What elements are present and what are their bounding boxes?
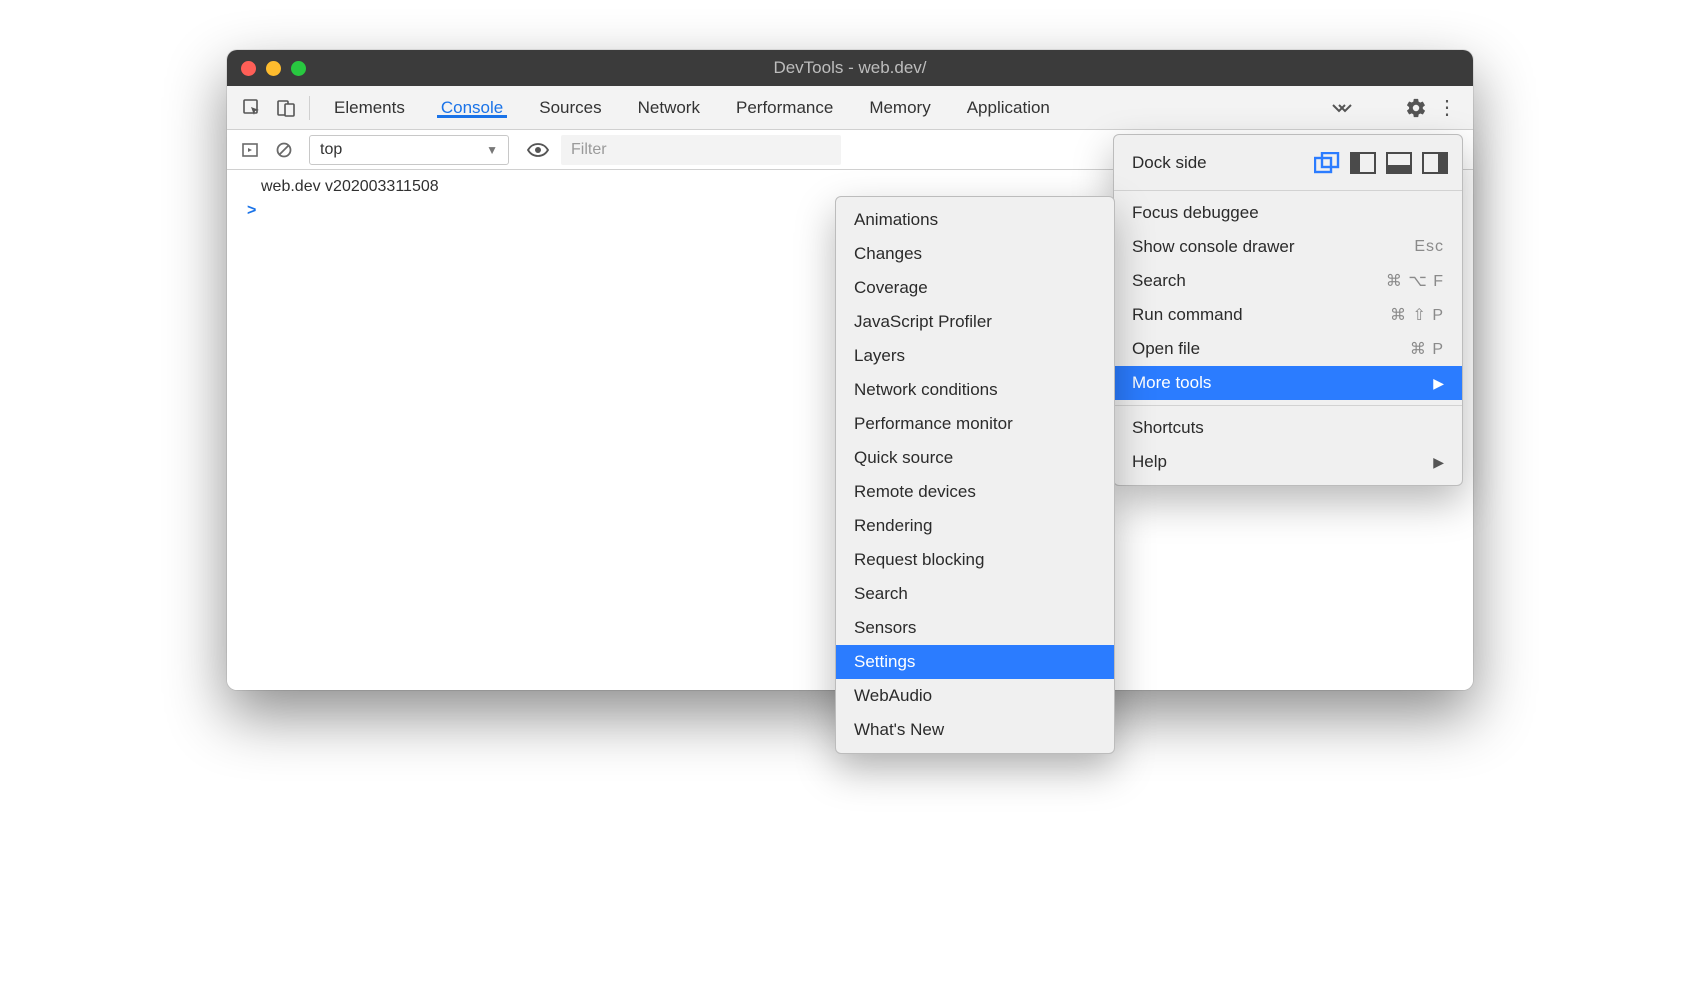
menu-item-more-tools[interactable]: More tools ▶ bbox=[1114, 366, 1462, 400]
dock-undock-icon[interactable] bbox=[1314, 152, 1340, 174]
menu-item-open-file[interactable]: Open file ⌘ P bbox=[1114, 332, 1462, 366]
submenu-item-settings[interactable]: Settings bbox=[836, 645, 1114, 679]
menu-separator bbox=[1114, 190, 1462, 191]
submenu-item-label: Remote devices bbox=[854, 482, 976, 502]
submenu-item-label: Performance monitor bbox=[854, 414, 1013, 434]
menu-separator bbox=[1114, 405, 1462, 406]
dock-right-icon[interactable] bbox=[1422, 152, 1448, 174]
submenu-item-quick-source[interactable]: Quick source bbox=[836, 441, 1114, 475]
submenu-item-animations[interactable]: Animations bbox=[836, 203, 1114, 237]
submenu-item-label: Network conditions bbox=[854, 380, 998, 400]
live-expression-icon[interactable] bbox=[523, 135, 553, 165]
submenu-item-request-blocking[interactable]: Request blocking bbox=[836, 543, 1114, 577]
tab-memory[interactable]: Memory bbox=[851, 98, 948, 118]
menu-item-label: Help bbox=[1132, 452, 1167, 472]
console-sidebar-toggle-icon[interactable] bbox=[235, 135, 265, 165]
main-menu: Dock side Focus debuggee Show console dra… bbox=[1113, 134, 1463, 486]
menu-item-help[interactable]: Help ▶ bbox=[1114, 445, 1462, 479]
submenu-item-changes[interactable]: Changes bbox=[836, 237, 1114, 271]
menu-item-shortcuts[interactable]: Shortcuts bbox=[1114, 411, 1462, 445]
submenu-item-coverage[interactable]: Coverage bbox=[836, 271, 1114, 305]
tab-elements[interactable]: Elements bbox=[316, 98, 423, 118]
submenu-item-webaudio[interactable]: WebAudio bbox=[836, 679, 1114, 713]
submenu-item-network-conditions[interactable]: Network conditions bbox=[836, 373, 1114, 407]
dock-bottom-icon[interactable] bbox=[1386, 152, 1412, 174]
menu-item-focus-debuggee[interactable]: Focus debuggee bbox=[1114, 196, 1462, 230]
menu-shortcut: ⌘ ⌥ F bbox=[1386, 271, 1444, 291]
dock-side-label: Dock side bbox=[1132, 153, 1207, 173]
menu-item-search[interactable]: Search ⌘ ⌥ F bbox=[1114, 264, 1462, 298]
settings-gear-icon[interactable] bbox=[1401, 93, 1431, 123]
menu-item-label: Focus debuggee bbox=[1132, 203, 1259, 223]
submenu-item-label: Rendering bbox=[854, 516, 932, 536]
submenu-item-search[interactable]: Search bbox=[836, 577, 1114, 611]
panel-tabbar: ElementsConsoleSourcesNetworkPerformance… bbox=[227, 86, 1473, 130]
submenu-item-label: Coverage bbox=[854, 278, 928, 298]
menu-shortcut: Esc bbox=[1414, 238, 1444, 256]
inspect-element-icon[interactable] bbox=[235, 86, 269, 130]
clear-console-icon[interactable] bbox=[269, 135, 299, 165]
submenu-item-javascript-profiler[interactable]: JavaScript Profiler bbox=[836, 305, 1114, 339]
tab-network[interactable]: Network bbox=[620, 98, 718, 118]
chevron-down-icon: ▼ bbox=[486, 143, 498, 157]
submenu-item-rendering[interactable]: Rendering bbox=[836, 509, 1114, 543]
tab-sources[interactable]: Sources bbox=[521, 98, 619, 118]
filter-input[interactable] bbox=[561, 135, 841, 165]
menu-item-label: Run command bbox=[1132, 305, 1243, 325]
device-toolbar-icon[interactable] bbox=[269, 86, 303, 130]
submenu-arrow-icon: ▶ bbox=[1433, 375, 1444, 392]
tab-console[interactable]: Console bbox=[423, 98, 521, 118]
submenu-item-label: Layers bbox=[854, 346, 905, 366]
submenu-item-remote-devices[interactable]: Remote devices bbox=[836, 475, 1114, 509]
submenu-item-label: WebAudio bbox=[854, 686, 932, 706]
dock-left-icon[interactable] bbox=[1350, 152, 1376, 174]
titlebar: DevTools - web.dev/ bbox=[227, 50, 1473, 86]
zoom-window-button[interactable] bbox=[291, 61, 306, 76]
menu-item-show-console-drawer[interactable]: Show console drawer Esc bbox=[1114, 230, 1462, 264]
more-tabs-icon[interactable] bbox=[1321, 101, 1363, 115]
menu-item-label: Show console drawer bbox=[1132, 237, 1295, 257]
submenu-item-label: Changes bbox=[854, 244, 922, 264]
close-window-button[interactable] bbox=[241, 61, 256, 76]
menu-item-run-command[interactable]: Run command ⌘ ⇧ P bbox=[1114, 298, 1462, 332]
menu-item-label: Shortcuts bbox=[1132, 418, 1204, 438]
window-title: DevTools - web.dev/ bbox=[227, 58, 1473, 78]
menu-item-label: Open file bbox=[1132, 339, 1200, 359]
submenu-item-label: What's New bbox=[854, 720, 944, 740]
submenu-item-label: Request blocking bbox=[854, 550, 984, 570]
submenu-item-sensors[interactable]: Sensors bbox=[836, 611, 1114, 645]
minimize-window-button[interactable] bbox=[266, 61, 281, 76]
main-menu-kebab-icon[interactable]: ⋮ bbox=[1435, 95, 1459, 120]
dock-side-row: Dock side bbox=[1114, 141, 1462, 185]
traffic-lights bbox=[227, 61, 306, 76]
submenu-item-label: Animations bbox=[854, 210, 938, 230]
submenu-item-performance-monitor[interactable]: Performance monitor bbox=[836, 407, 1114, 441]
submenu-item-label: Search bbox=[854, 584, 908, 604]
submenu-item-label: JavaScript Profiler bbox=[854, 312, 992, 332]
menu-item-label: Search bbox=[1132, 271, 1186, 291]
menu-shortcut: ⌘ P bbox=[1410, 339, 1444, 359]
menu-item-label: More tools bbox=[1132, 373, 1211, 393]
more-tools-submenu: Animations Changes Coverage JavaScript Prof… bbox=[835, 196, 1115, 754]
tab-application[interactable]: Application bbox=[949, 98, 1068, 118]
submenu-item-what-s-new[interactable]: What's New bbox=[836, 713, 1114, 747]
submenu-item-label: Quick source bbox=[854, 448, 953, 468]
submenu-arrow-icon: ▶ bbox=[1433, 454, 1444, 471]
execution-context-label: top bbox=[320, 141, 342, 159]
devtools-window: DevTools - web.dev/ ElementsConsoleSourc… bbox=[227, 50, 1473, 690]
separator bbox=[309, 96, 310, 120]
submenu-item-label: Settings bbox=[854, 652, 915, 672]
menu-shortcut: ⌘ ⇧ P bbox=[1390, 305, 1444, 325]
tab-performance[interactable]: Performance bbox=[718, 98, 851, 118]
execution-context-select[interactable]: top ▼ bbox=[309, 135, 509, 165]
submenu-item-layers[interactable]: Layers bbox=[836, 339, 1114, 373]
submenu-item-label: Sensors bbox=[854, 618, 916, 638]
